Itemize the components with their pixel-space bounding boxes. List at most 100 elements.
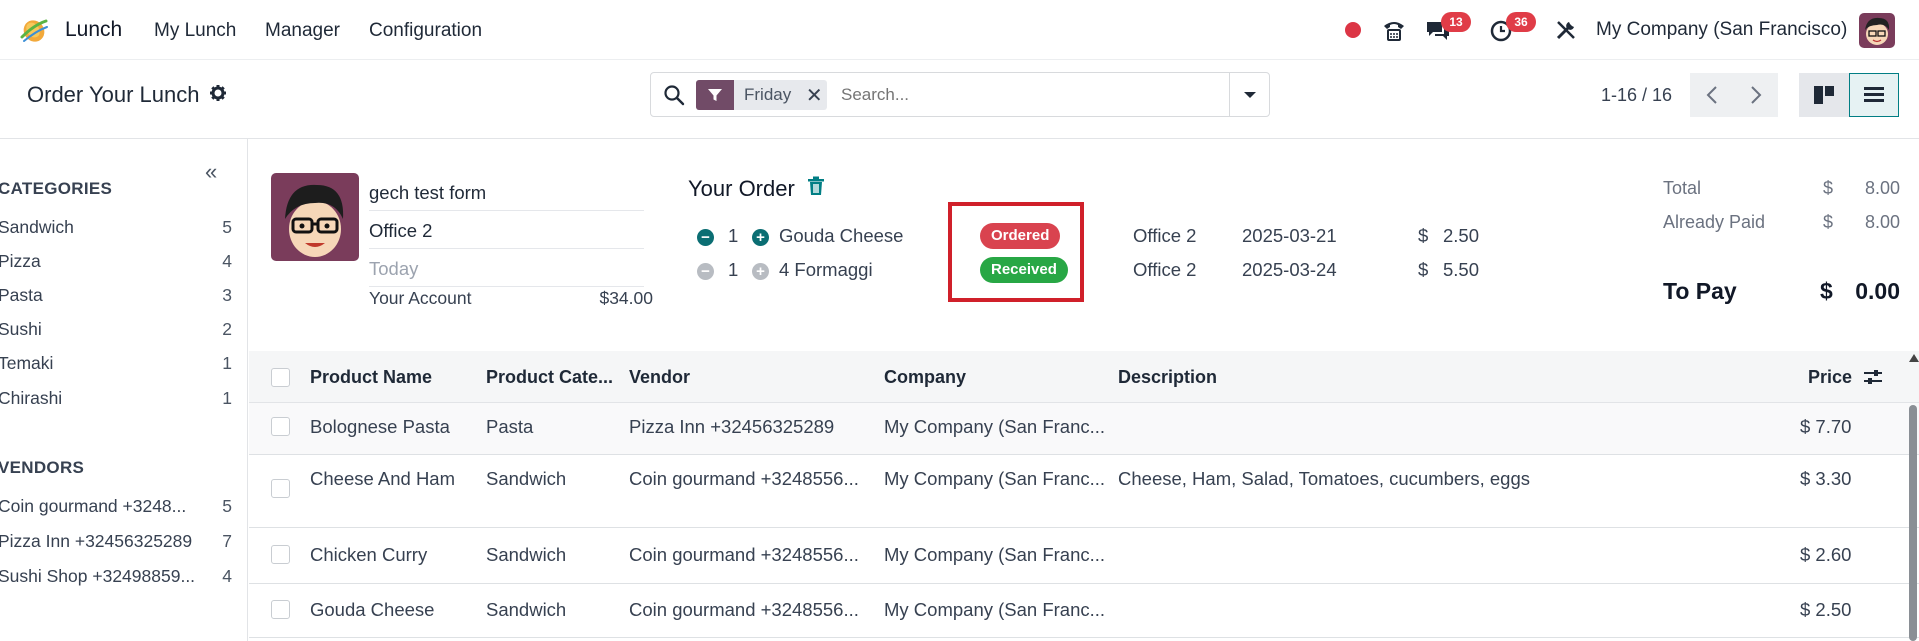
breadcrumb: Order Your Lunch [27,82,227,108]
category-label: Sandwich [0,217,74,237]
order-price: 5.50 [1443,259,1480,280]
vendor-item[interactable]: Sushi Shop +32498859... 4 [0,566,232,587]
cell-company: My Company (San Franc... [884,599,1106,620]
recording-status-icon[interactable] [1345,22,1361,38]
scroll-up-arrow-icon[interactable] [1909,354,1919,362]
row-checkbox[interactable] [271,417,290,436]
decrease-qty-button[interactable]: − [697,263,714,280]
scrollbar-thumb[interactable] [1909,405,1917,641]
order-currency: $ [1418,259,1429,280]
optional-columns-icon[interactable] [1863,367,1883,392]
search-options-toggle[interactable] [1229,73,1269,116]
select-all-checkbox[interactable] [271,368,290,387]
chat-badge: 13 [1441,12,1471,32]
top-navbar: Lunch My Lunch Manager Configuration 13 … [0,0,1919,60]
order-line: − 1 + 4 Formaggi Received Office 2 2025-… [697,256,1487,286]
vendor-item[interactable]: Coin gourmand +3248... 5 [0,496,232,517]
collapse-panel-button[interactable]: « [205,159,217,185]
app-name[interactable]: Lunch [65,18,122,42]
cell-company: My Company (San Franc... [884,468,1106,489]
decrease-qty-button[interactable]: − [697,229,714,246]
category-item[interactable]: Temaki 1 [0,353,232,374]
user-name-field[interactable]: gech test form [369,182,644,211]
column-product-category[interactable]: Product Cate... [486,367,613,388]
category-item[interactable]: Pizza 4 [0,251,232,272]
column-price[interactable]: Price [1808,367,1852,388]
table-row[interactable]: Chicken Curry Sandwich Coin gourmand +32… [249,528,1919,584]
trash-icon[interactable] [807,176,825,202]
menu-configuration[interactable]: Configuration [369,20,482,42]
debug-tools-icon[interactable] [1552,16,1580,44]
table-row[interactable]: Bolognese Pasta Pasta Pizza Inn +3245632… [249,403,1919,455]
column-product-name[interactable]: Product Name [310,367,432,388]
order-currency: $ [1418,225,1429,246]
gear-icon[interactable] [209,82,227,108]
cell-vendor: Coin gourmand +3248556... [629,599,859,620]
increase-qty-button[interactable]: + [752,229,769,246]
control-panel-divider [0,138,1919,139]
row-checkbox[interactable] [271,479,290,498]
category-label: Chirashi [0,388,63,408]
cell-product-name: Chicken Curry [310,544,428,565]
order-location: Office 2 [1133,225,1197,246]
table-row[interactable]: Cheese And Ham Sandwich Coin gourmand +3… [249,455,1919,528]
cell-price: $ 7.70 [1800,416,1852,437]
your-order-header: Your Order [688,176,825,202]
lunch-app-icon[interactable] [18,15,50,45]
already-paid-label: Already Paid [1663,212,1766,232]
pager-previous-button[interactable] [1690,73,1734,117]
increase-qty-button[interactable]: + [752,263,769,280]
cell-vendor: Coin gourmand +3248556... [629,544,859,565]
kanban-view-button[interactable] [1799,73,1849,117]
facet-remove-icon[interactable]: ✕ [801,83,827,108]
phone-icon[interactable] [1380,16,1408,44]
account-amount: $34.00 [599,288,653,308]
to-pay-label: To Pay [1663,278,1737,304]
category-count: 1 [222,388,232,408]
pager-value[interactable]: 1-16 / 16 [1601,85,1672,106]
category-label: Pizza [0,251,41,271]
category-count: 1 [222,353,232,373]
category-label: Temaki [0,353,54,373]
user-avatar[interactable] [1859,13,1895,48]
column-company[interactable]: Company [884,367,966,388]
cell-price: $ 3.30 [1800,468,1852,489]
pager-next-button[interactable] [1734,73,1778,117]
order-qty: 1 [728,225,739,246]
cell-category: Sandwich [486,599,567,620]
your-order-title: Your Order [688,176,795,201]
menu-my-lunch[interactable]: My Lunch [154,20,236,42]
total-amount: 8.00 [1864,178,1900,198]
cell-company: My Company (San Franc... [884,544,1106,565]
category-item[interactable]: Sushi 2 [0,319,232,340]
table-row[interactable]: Gouda Cheese Sandwich Coin gourmand +324… [249,584,1919,638]
already-paid-currency: $ [1823,212,1834,232]
category-item[interactable]: Sandwich 5 [0,217,232,238]
list-view-button[interactable] [1849,73,1899,117]
search-input[interactable] [841,81,1221,109]
cell-company: My Company (San Franc... [884,416,1106,437]
vendor-label: Sushi Shop +32498859... [0,566,196,586]
company-switcher[interactable]: My Company (San Francisco) [1596,19,1847,41]
order-date-field[interactable]: Today [369,258,644,287]
account-balance: Your Account $34.00 [369,288,653,309]
menu-manager[interactable]: Manager [265,20,340,42]
cell-description: Cheese, Ham, Salad, Tomatoes, cucumbers,… [1118,468,1531,489]
search-icon[interactable] [663,84,685,106]
vendor-label: Coin gourmand +3248... [0,496,187,516]
user-location-field[interactable]: Office 2 [369,220,644,249]
row-checkbox[interactable] [271,545,290,564]
cell-price: $ 2.50 [1800,599,1852,620]
category-item[interactable]: Chirashi 1 [0,388,232,409]
column-description[interactable]: Description [1118,367,1217,388]
cell-vendor: Coin gourmand +3248556... [629,468,859,489]
category-count: 4 [222,251,232,271]
category-item[interactable]: Pasta 3 [0,285,232,306]
vendor-item[interactable]: Pizza Inn +32456325289 7 [0,531,232,552]
row-checkbox[interactable] [271,600,290,619]
account-label: Your Account [369,288,472,308]
column-vendor[interactable]: Vendor [629,367,690,388]
search-panel: « CATEGORIES Sandwich 5 Pizza 4 Pasta 3 Sus… [0,139,248,641]
cell-category: Pasta [486,416,534,437]
facet-value: Friday [744,85,792,104]
